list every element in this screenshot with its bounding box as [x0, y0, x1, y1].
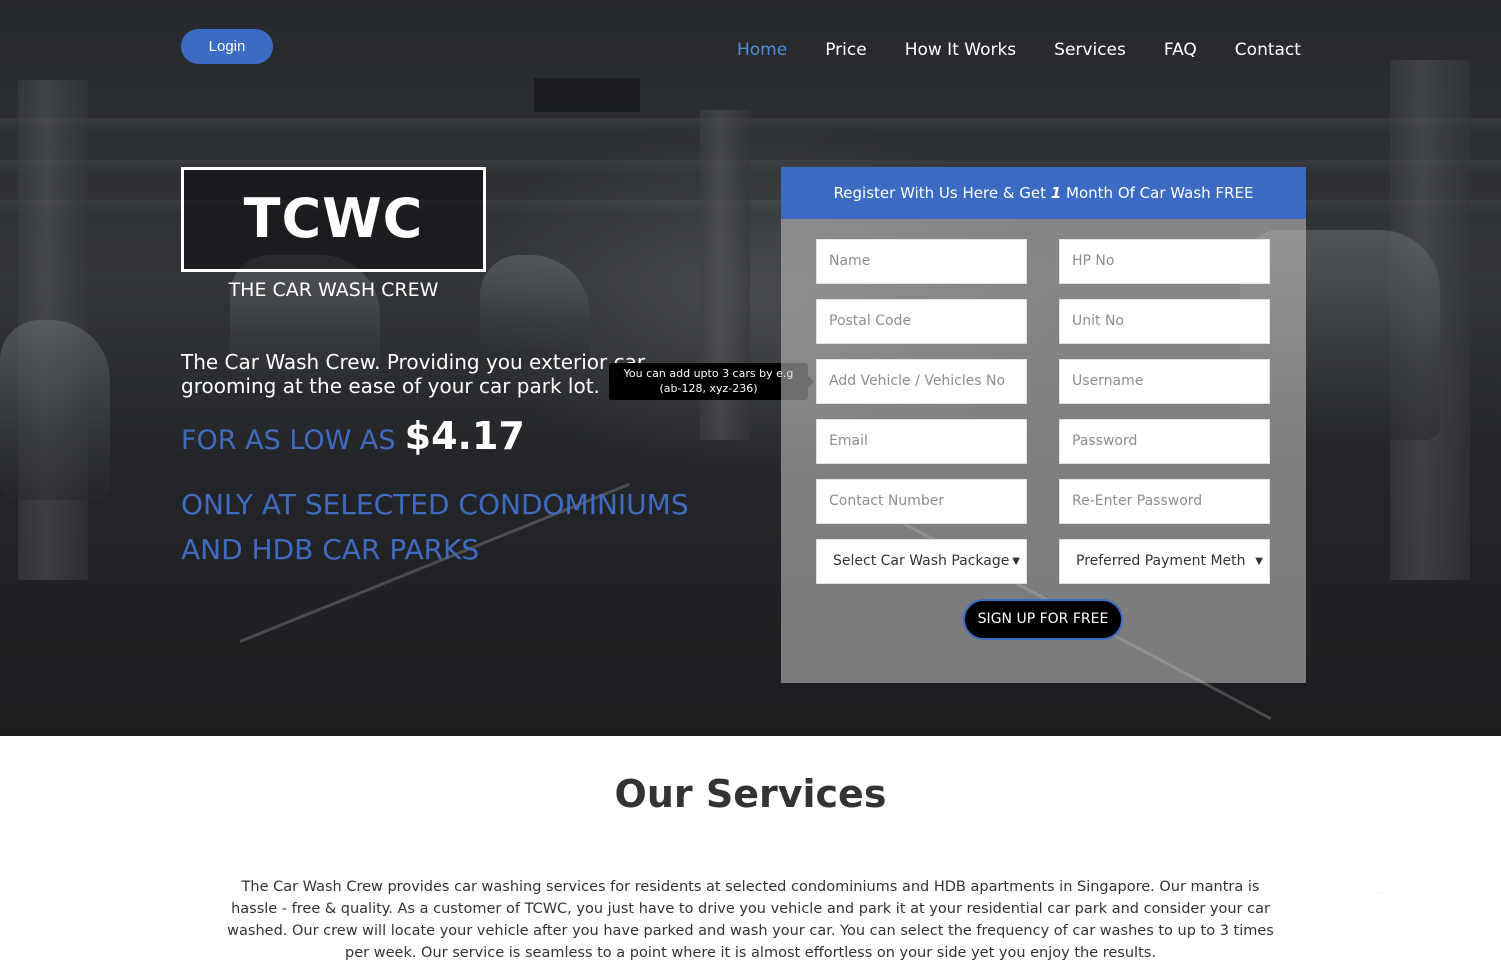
services-description: The Car Wash Crew provides car washing s…: [227, 879, 1274, 961]
price-line: FOR AS LOW AS $4.17: [181, 414, 525, 458]
form-header-before: Register With Us Here & Get: [833, 184, 1047, 202]
signup-button[interactable]: SIGN UP FOR FREE: [963, 599, 1123, 640]
hp-no-input[interactable]: HP No: [1059, 239, 1270, 284]
price-prefix: FOR AS LOW AS: [181, 425, 396, 456]
login-button[interactable]: Login: [181, 29, 273, 64]
condo-line-1: ONLY AT SELECTED CONDOMINIUMS: [181, 488, 689, 521]
nav-home[interactable]: Home: [737, 40, 787, 60]
package-select-value: Select Car Wash Package: [833, 553, 1010, 569]
payment-select[interactable]: Preferred Payment Meth ▼: [1059, 539, 1270, 584]
email-input[interactable]: Email: [816, 419, 1027, 464]
condo-availability: ONLY AT SELECTED CONDOMINIUMS AND HDB CA…: [181, 482, 741, 572]
tooltip-line-1: You can add upto 3 cars by e.g: [623, 367, 794, 380]
nav-faq[interactable]: FAQ: [1164, 40, 1197, 60]
form-header: Register With Us Here & Get 1 Month Of C…: [781, 167, 1306, 219]
price-value: $4.17: [404, 414, 525, 458]
name-input[interactable]: Name: [816, 239, 1027, 284]
reenter-password-input[interactable]: Re-Enter Password: [1059, 479, 1270, 524]
chevron-down-icon: ▼: [1255, 556, 1263, 567]
form-header-after: Month Of Car Wash FREE: [1066, 184, 1254, 202]
decorative-dots: · ·: [1376, 889, 1384, 898]
logo-text: TCWC: [243, 187, 424, 250]
contact-number-input[interactable]: Contact Number: [816, 479, 1027, 524]
condo-line-2: AND HDB CAR PARKS: [181, 533, 480, 566]
payment-select-value: Preferred Payment Meth: [1076, 553, 1246, 569]
username-input[interactable]: Username: [1059, 359, 1270, 404]
nav-how-it-works[interactable]: How It Works: [905, 40, 1016, 60]
hero-tagline: The Car Wash Crew. Providing you exterio…: [181, 350, 646, 398]
nav-contact[interactable]: Contact: [1235, 40, 1301, 60]
vehicle-tooltip: You can add upto 3 cars by e.g (ab-128, …: [609, 363, 814, 400]
nav-price[interactable]: Price: [825, 40, 866, 60]
main-nav: Home Price How It Works Services FAQ Con…: [737, 38, 1301, 62]
postal-code-input[interactable]: Postal Code: [816, 299, 1027, 344]
unit-no-input[interactable]: Unit No: [1059, 299, 1270, 344]
logo-subtitle: THE CAR WASH CREW: [228, 279, 439, 301]
vehicle-input[interactable]: Add Vehicle / Vehicles No: [816, 359, 1027, 404]
form-header-emphasis: 1: [1050, 184, 1062, 202]
package-select[interactable]: Select Car Wash Package ▼: [816, 539, 1027, 584]
chevron-down-icon: ▼: [1012, 556, 1020, 567]
nav-services[interactable]: Services: [1054, 40, 1126, 60]
tooltip-line-2: (ab-128, xyz-236): [659, 382, 758, 395]
services-title: Our Services: [614, 772, 887, 816]
password-input[interactable]: Password: [1059, 419, 1270, 464]
